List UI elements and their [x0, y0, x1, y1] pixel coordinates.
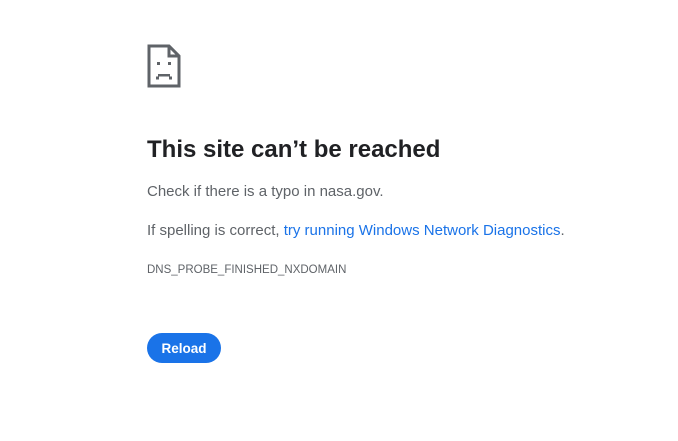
error-code: DNS_PROBE_FINISHED_NXDOMAIN: [147, 264, 347, 276]
sad-page-icon: [147, 44, 181, 88]
spelling-suffix: .: [560, 222, 565, 239]
spelling-prefix: If spelling is correct,: [147, 222, 284, 239]
reload-button[interactable]: Reload: [147, 333, 221, 363]
page-title: This site can’t be reached: [147, 136, 441, 163]
typo-message: Check if there is a typo in nasa.gov.: [147, 183, 384, 200]
network-diagnostics-link[interactable]: try running Windows Network Diagnostics: [284, 222, 561, 239]
spelling-message: If spelling is correct, try running Wind…: [147, 221, 565, 241]
